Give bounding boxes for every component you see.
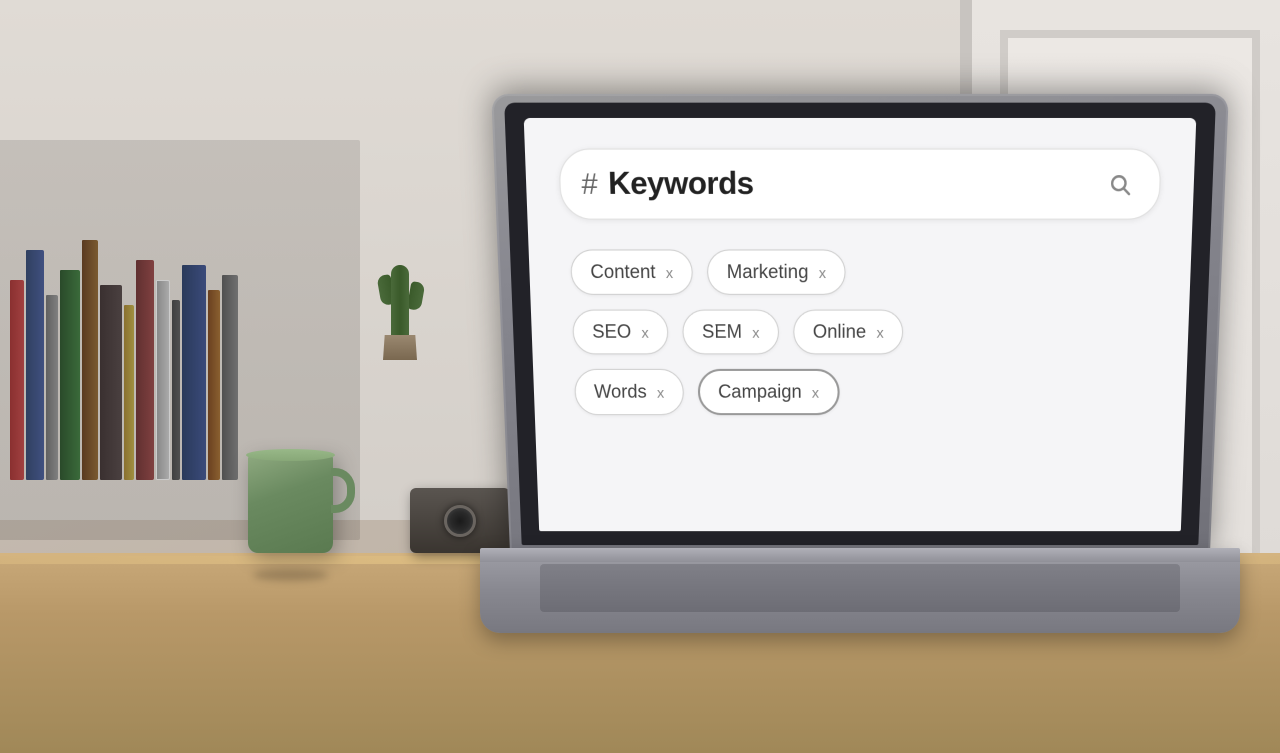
laptop-screen-bezel: # Keywords (504, 103, 1216, 545)
scene: # Keywords (0, 0, 1280, 753)
laptop-base (480, 548, 1240, 633)
screen-content: # Keywords (524, 118, 1197, 531)
tag-campaign-close[interactable]: x (812, 384, 819, 400)
mug-body (248, 453, 333, 553)
tag-words-label: Words (594, 381, 647, 403)
coffee-mug (248, 453, 348, 573)
tag-words-close[interactable]: x (657, 384, 665, 400)
laptop-base-top (480, 548, 1240, 562)
book-3 (46, 295, 58, 480)
book-6 (100, 285, 122, 480)
book-2 (26, 250, 44, 480)
tag-seo[interactable]: SEO x (572, 310, 669, 355)
book-5 (82, 240, 98, 480)
tag-seo-label: SEO (592, 321, 632, 343)
tag-campaign-label: Campaign (718, 381, 802, 403)
mug-top (246, 449, 335, 461)
book-7 (124, 305, 134, 480)
camera-body (410, 488, 510, 553)
tag-words[interactable]: Words x (574, 369, 684, 415)
cactus-pot (383, 335, 417, 360)
tag-sem[interactable]: SEM x (682, 310, 779, 355)
book-9 (156, 280, 170, 480)
search-bar[interactable]: # Keywords (558, 148, 1161, 219)
laptop-screen: # Keywords (524, 118, 1197, 531)
search-icon[interactable] (1100, 165, 1139, 204)
tag-seo-close[interactable]: x (641, 324, 649, 341)
laptop-lid: # Keywords (491, 94, 1229, 553)
book-10 (172, 300, 180, 480)
cactus-arm-right (407, 281, 426, 311)
tag-campaign[interactable]: Campaign x (697, 369, 839, 415)
book-12 (208, 290, 220, 480)
tag-content-label: Content (590, 261, 656, 283)
book-1 (10, 280, 24, 480)
cactus (375, 230, 425, 360)
laptop-keyboard (540, 564, 1180, 612)
cactus-body (391, 265, 409, 340)
tags-row-2: SEO x SEM x Online x (572, 310, 1156, 355)
tag-content[interactable]: Content x (570, 249, 693, 294)
tag-marketing-label: Marketing (727, 261, 809, 283)
tags-row-1: Content x Marketing x (570, 249, 1158, 294)
book-4 (60, 270, 80, 480)
camera-lens (444, 505, 476, 537)
book-11 (182, 265, 206, 480)
search-keywords-text: Keywords (608, 166, 1102, 203)
tags-area: Content x Marketing x (562, 249, 1158, 415)
books-area (0, 80, 360, 460)
tags-row-3: Words x Campaign x (574, 369, 1154, 415)
tag-sem-label: SEM (702, 321, 742, 343)
hash-symbol: # (581, 167, 598, 201)
tag-marketing[interactable]: Marketing x (707, 249, 846, 294)
book-8 (136, 260, 154, 480)
books-container (10, 200, 238, 480)
tag-marketing-close[interactable]: x (819, 264, 826, 281)
tag-sem-close[interactable]: x (752, 324, 759, 341)
tag-online-label: Online (813, 321, 866, 343)
tag-content-close[interactable]: x (666, 264, 674, 281)
mug-shadow (253, 569, 328, 581)
tag-online[interactable]: Online x (793, 310, 903, 355)
tag-online-close[interactable]: x (876, 324, 883, 341)
book-13 (222, 275, 238, 480)
